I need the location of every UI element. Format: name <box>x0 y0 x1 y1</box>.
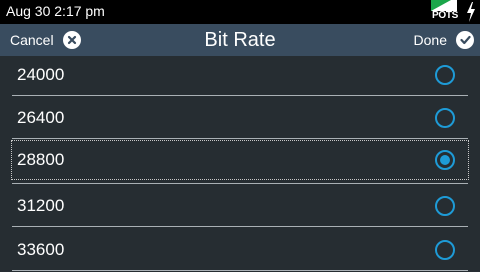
cancel-button[interactable]: Cancel <box>10 24 81 56</box>
radio-button[interactable] <box>435 196 455 216</box>
lightning-bolt-icon <box>467 2 475 22</box>
option-label: 24000 <box>17 65 65 84</box>
radio-selected-dot <box>440 155 450 165</box>
radio-button[interactable] <box>435 240 455 260</box>
divider <box>12 183 468 184</box>
check-circle-icon <box>456 31 474 49</box>
divider <box>12 138 468 139</box>
pots-label: POTS <box>432 10 459 21</box>
bit-rate-list: 24000 26400 28800 31200 33600 <box>0 56 480 272</box>
radio-button[interactable] <box>435 108 455 128</box>
close-circle-icon <box>62 31 81 49</box>
divider <box>12 270 468 271</box>
option-label: 33600 <box>17 240 65 259</box>
option-31200[interactable]: 31200 <box>12 187 468 225</box>
radio-button-selected[interactable] <box>435 150 455 170</box>
pots-line-icon: POTS <box>431 0 459 24</box>
divider <box>12 95 468 96</box>
status-bar: Aug 30 2:17 pm POTS <box>0 0 480 24</box>
cancel-label: Cancel <box>10 32 54 48</box>
status-time: Aug 30 2:17 pm <box>6 3 105 19</box>
radio-button[interactable] <box>435 65 455 85</box>
header-bar: Cancel Bit Rate Done <box>0 24 480 56</box>
option-33600[interactable]: 33600 <box>12 231 468 269</box>
option-26400[interactable]: 26400 <box>12 99 468 137</box>
option-label: 31200 <box>17 196 65 215</box>
option-label: 26400 <box>17 108 65 127</box>
option-24000[interactable]: 24000 <box>12 56 468 94</box>
option-28800[interactable]: 28800 <box>11 140 469 180</box>
divider <box>12 226 468 227</box>
done-label: Done <box>413 32 447 48</box>
option-label: 28800 <box>17 150 65 169</box>
done-button[interactable]: Done <box>414 24 474 56</box>
